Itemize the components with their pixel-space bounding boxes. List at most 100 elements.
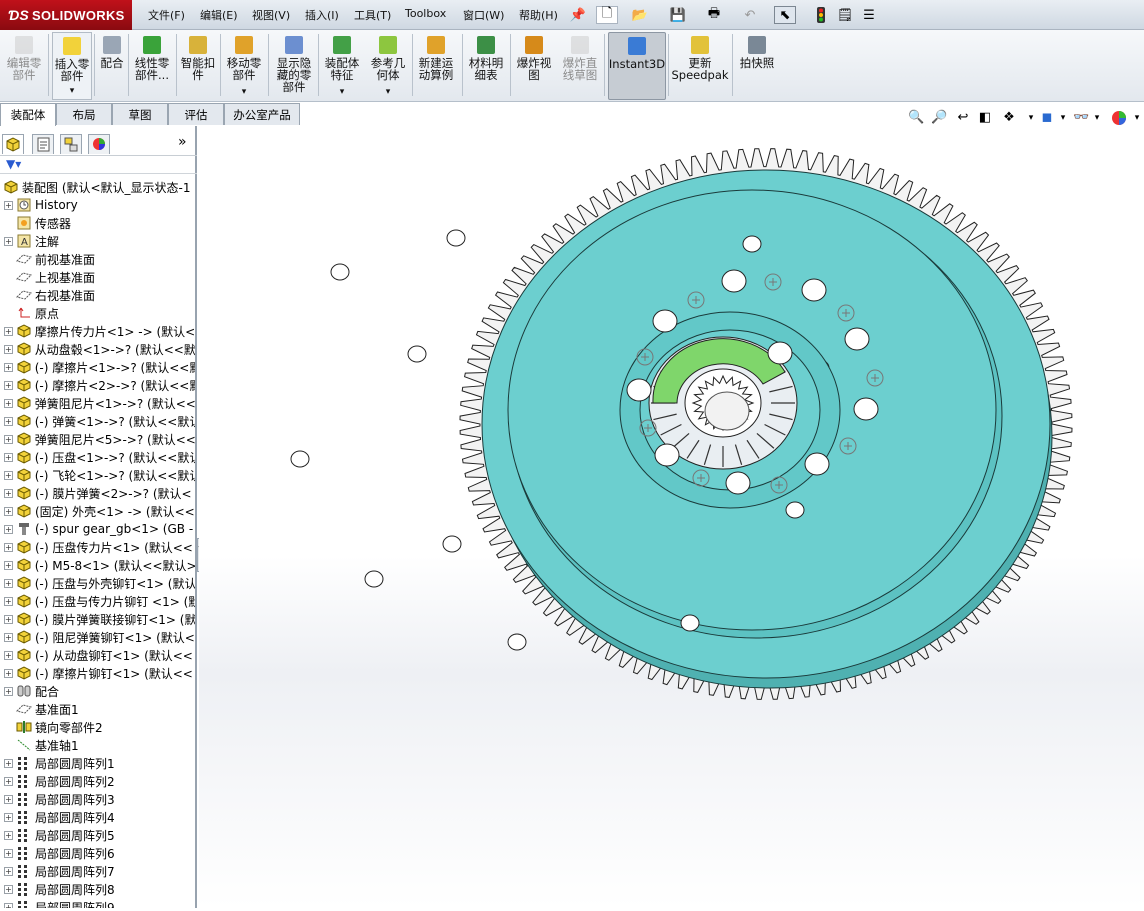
tree-item[interactable]: 前视基准面	[0, 250, 195, 268]
expand-toggle-icon[interactable]: +	[4, 578, 13, 588]
expand-toggle-icon[interactable]: +	[4, 794, 13, 804]
options-icon[interactable]: ☰	[860, 6, 878, 24]
tree-item[interactable]: + (-) 压盘与外壳铆钉<1> (默认	[0, 574, 195, 592]
command-button-mate[interactable]: 配合	[96, 32, 128, 100]
tree-item[interactable]: + 局部圆周阵列7	[0, 862, 195, 880]
expand-toggle-icon[interactable]: +	[4, 902, 13, 908]
tree-item[interactable]: 传感器	[0, 214, 195, 232]
expand-toggle-icon[interactable]: +	[4, 542, 13, 552]
command-button-assembly-feature[interactable]: 装配体 特征 ▾	[320, 32, 364, 100]
tree-item[interactable]: + 局部圆周阵列6	[0, 844, 195, 862]
display-style-icon[interactable]: ◼	[1039, 110, 1055, 126]
expand-toggle-icon[interactable]: +	[4, 488, 13, 498]
tree-item[interactable]: 基准面1	[0, 700, 195, 718]
command-button-explode-line[interactable]: 爆炸直 线草图	[558, 32, 602, 100]
tree-item[interactable]: + 局部圆周阵列1	[0, 754, 195, 772]
expand-toggle-icon[interactable]: +	[4, 614, 13, 624]
command-dropdown-icon[interactable]: ▾	[242, 86, 247, 98]
tree-item[interactable]: + 配合	[0, 682, 195, 700]
menu-toolbox[interactable]: Toolbox	[405, 7, 446, 20]
tree-item[interactable]: + 局部圆周阵列9	[0, 898, 195, 908]
expand-toggle-icon[interactable]: +	[4, 758, 13, 768]
expand-toggle-icon[interactable]: +	[4, 506, 13, 516]
tree-item[interactable]: + 局部圆周阵列2	[0, 772, 195, 790]
tree-item[interactable]: + 弹簧阻尼片<5>->? (默认<<默认	[0, 430, 195, 448]
tree-item[interactable]: + 局部圆周阵列3	[0, 790, 195, 808]
view-orientation-icon[interactable]: ❖	[1001, 110, 1017, 126]
expand-toggle-icon[interactable]: +	[4, 470, 13, 480]
menu-window[interactable]: 窗口(W)	[463, 7, 504, 23]
command-button-reference-geometry[interactable]: 参考几 何体 ▾	[366, 32, 410, 100]
undo-icon[interactable]: ↶	[740, 6, 760, 24]
command-dropdown-icon[interactable]: ▾	[340, 86, 345, 98]
command-button-bom[interactable]: 材料明 细表	[464, 32, 508, 100]
tree-item[interactable]: + 局部圆周阵列8	[0, 880, 195, 898]
rebuild-traffic-light-icon[interactable]	[814, 6, 828, 24]
tree-item[interactable]: + (-) 阻尼弹簧铆钉<1> (默认<	[0, 628, 195, 646]
command-button-speedpak[interactable]: 更新 Speedpak	[671, 32, 729, 100]
expand-toggle-icon[interactable]: +	[4, 560, 13, 570]
tree-item[interactable]: + A 注解	[0, 232, 195, 250]
expand-toggle-icon[interactable]: +	[4, 632, 13, 642]
tree-item[interactable]: + (-) 摩擦片铆钉<1> (默认<<	[0, 664, 195, 682]
tree-item[interactable]: + 弹簧阻尼片<1>->? (默认<<	[0, 394, 195, 412]
command-button-motion-study[interactable]: 新建运 动算例	[414, 32, 458, 100]
clutch-flywheel-model[interactable]	[199, 126, 1144, 908]
command-button-linear-pattern[interactable]: 线性零 部件...	[130, 32, 174, 100]
tree-item[interactable]: 基准轴1	[0, 736, 195, 754]
tree-item[interactable]: 右视基准面	[0, 286, 195, 304]
command-dropdown-icon[interactable]: ▾	[386, 86, 391, 98]
filter-icon[interactable]: ▼▾	[6, 157, 21, 171]
tab-assembly[interactable]: 装配体	[0, 103, 56, 126]
expand-toggle-icon[interactable]: +	[4, 362, 13, 372]
expand-toggle-icon[interactable]: +	[4, 686, 13, 696]
expand-toggle-icon[interactable]: +	[4, 776, 13, 786]
tree-item[interactable]: + History	[0, 196, 195, 214]
zoom-to-fit-icon[interactable]: 🔍	[908, 110, 924, 126]
pin-icon[interactable]: 📌	[570, 6, 586, 24]
expand-toggle-icon[interactable]: +	[4, 524, 13, 534]
command-button-instant3d[interactable]: Instant3D	[608, 32, 666, 100]
tree-item[interactable]: + (-) M5-8<1> (默认<<默认>	[0, 556, 195, 574]
open-document-icon[interactable]: 📂	[630, 6, 650, 24]
display-style-dropdown-icon[interactable]: ▾	[1055, 110, 1071, 126]
tree-item[interactable]: 镜向零部件2	[0, 718, 195, 736]
appearance-icon[interactable]	[1111, 110, 1127, 126]
expand-toggle-icon[interactable]: +	[4, 884, 13, 894]
expand-toggle-icon[interactable]: +	[4, 866, 13, 876]
menu-tools[interactable]: 工具(T)	[354, 7, 391, 23]
tree-item[interactable]: + (-) 摩擦片<2>->? (默认<<默	[0, 376, 195, 394]
hide-show-dropdown-icon[interactable]: ▾	[1089, 110, 1105, 126]
tree-item[interactable]: + 局部圆周阵列5	[0, 826, 195, 844]
expand-toggle-icon[interactable]: +	[4, 812, 13, 822]
tree-item[interactable]: + 局部圆周阵列4	[0, 808, 195, 826]
menu-edit[interactable]: 编辑(E)	[200, 7, 238, 23]
zoom-to-area-icon[interactable]: 🔎	[931, 110, 947, 126]
command-button-show-hidden[interactable]: 显示隐 藏的零 部件	[272, 32, 316, 100]
tree-item[interactable]: + (-) spur gear_gb<1> (GB -	[0, 520, 195, 538]
tree-item[interactable]: + (-) 压盘与传力片铆钉 <1> (默	[0, 592, 195, 610]
hide-show-items-icon[interactable]: 👓	[1073, 110, 1089, 126]
tree-item[interactable]: + (-) 弹簧<1>->? (默认<<默认	[0, 412, 195, 430]
featuremanager-tab-icon[interactable]	[2, 134, 24, 154]
new-document-icon[interactable]: 🗋	[596, 6, 618, 24]
select-arrow-icon[interactable]: ⬉	[774, 6, 796, 24]
tree-item[interactable]: + (固定) 外壳<1> -> (默认<<	[0, 502, 195, 520]
tab-evaluate[interactable]: 评估	[168, 103, 224, 125]
expand-toggle-icon[interactable]: +	[4, 416, 13, 426]
tree-root-assembly[interactable]: 装配图 (默认<默认_显示状态-1	[0, 178, 195, 196]
view-orientation-dropdown-icon[interactable]: ▾	[1023, 110, 1039, 126]
command-button-edit-component[interactable]: 编辑零 部件	[4, 32, 44, 100]
tree-item[interactable]: + (-) 摩擦片<1>->? (默认<<默	[0, 358, 195, 376]
expand-toggle-icon[interactable]: +	[4, 650, 13, 660]
expand-toggle-icon[interactable]: +	[4, 326, 13, 336]
expand-toggle-icon[interactable]: +	[4, 236, 13, 246]
tree-item[interactable]: + 从动盘毂<1>->? (默认<<默	[0, 340, 195, 358]
expand-toggle-icon[interactable]: +	[4, 848, 13, 858]
command-button-exploded-view[interactable]: 爆炸视 图	[512, 32, 556, 100]
menu-view[interactable]: 视图(V)	[252, 7, 290, 23]
expand-toggle-icon[interactable]: +	[4, 434, 13, 444]
tree-item[interactable]: 原点	[0, 304, 195, 322]
expand-toggle-icon[interactable]: +	[4, 398, 13, 408]
tab-layout[interactable]: 布局	[56, 103, 112, 125]
